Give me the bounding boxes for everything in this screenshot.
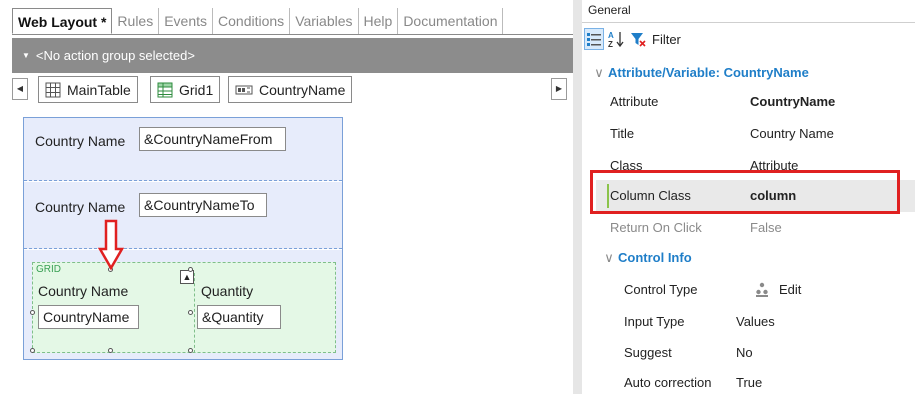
highlight-box <box>590 170 900 214</box>
prop-row-attribute[interactable]: Attribute CountryName <box>596 86 915 118</box>
tabs-divider <box>12 34 573 35</box>
prop-row-suggest[interactable]: Suggest No <box>610 337 915 369</box>
prop-value[interactable]: CountryName <box>750 86 835 118</box>
resize-handle[interactable] <box>30 348 35 353</box>
tab-documentation[interactable]: Documentation <box>398 8 504 34</box>
red-down-arrow-icon <box>98 219 124 271</box>
grid-icon <box>157 82 173 97</box>
country-name-from-field[interactable]: &CountryNameFrom <box>139 127 286 151</box>
grid-col2-header: Quantity <box>201 283 254 299</box>
properties-toolbar: A Z Filter <box>584 25 681 53</box>
tab-help[interactable]: Help <box>359 8 399 34</box>
country-name-label-to: Country Name <box>35 199 126 215</box>
section-control-info-title: Control Info <box>618 250 692 265</box>
chevron-down-icon[interactable]: ∨ <box>590 58 608 88</box>
crumb-countryname-label: CountryName <box>259 81 346 98</box>
resize-handle[interactable] <box>188 310 193 315</box>
prop-row-control-type[interactable]: Control Type Edit <box>610 274 915 306</box>
section-attribute-variable-title: Attribute/Variable: CountryName <box>608 65 809 80</box>
action-group-bar[interactable]: ▼ <No action group selected> <box>12 38 573 73</box>
editor-tabs: Web Layout * Rules Events Conditions Var… <box>12 8 504 34</box>
country-name-to-field[interactable]: &CountryNameTo <box>139 193 267 217</box>
tab-events[interactable]: Events <box>159 8 214 34</box>
prop-value[interactable]: Country Name <box>750 118 834 150</box>
table-icon <box>45 82 61 97</box>
svg-text:A: A <box>608 31 614 40</box>
resize-handle[interactable] <box>108 348 113 353</box>
categorized-view-button[interactable] <box>584 28 604 50</box>
prop-name: Return On Click <box>610 220 702 235</box>
prop-value[interactable]: Values <box>736 306 775 338</box>
grid-quantity-field[interactable]: &Quantity <box>197 305 281 329</box>
tab-web-layout[interactable]: Web Layout * <box>12 8 113 34</box>
sort-alphabetical-button[interactable]: A Z <box>606 28 626 50</box>
form-row-from: Country Name &CountryNameFrom <box>24 118 342 181</box>
web-layout-pane: Web Layout * Rules Events Conditions Var… <box>0 0 573 394</box>
prop-name: Title <box>610 126 635 141</box>
categorized-icon <box>587 33 601 46</box>
grid1-control[interactable]: GRID Country Name CountryName Quantity &… <box>30 262 336 353</box>
section-attribute-variable[interactable]: ∨ Attribute/Variable: CountryName <box>582 58 915 88</box>
properties-title: General <box>588 3 631 17</box>
prop-name: Attribute <box>610 94 659 109</box>
control-breadcrumb: ◀ MainTable Grid1 CountryName ▶ <box>12 73 573 105</box>
action-group-label: <No action group selected> <box>35 48 195 63</box>
prop-row-return-on-click[interactable]: Return On Click False <box>596 212 915 244</box>
svg-text:Z: Z <box>608 40 613 48</box>
scroll-right-button[interactable]: ▶ <box>551 78 567 100</box>
filter-button[interactable] <box>628 28 648 50</box>
prop-name: Suggest <box>624 345 672 360</box>
select-parent-icon[interactable]: ▲ <box>180 270 194 284</box>
tab-variables[interactable]: Variables <box>290 8 359 34</box>
grid-countryname-field[interactable]: CountryName <box>38 305 139 329</box>
crumb-grid1[interactable]: Grid1 <box>150 76 221 103</box>
grid-tag-label: GRID <box>36 264 61 275</box>
form-row-to: Country Name &CountryNameTo <box>24 182 342 249</box>
crumb-maintable[interactable]: MainTable <box>38 76 138 103</box>
scroll-left-button[interactable]: ◀ <box>12 78 28 100</box>
crumb-grid1-label: Grid1 <box>179 81 214 98</box>
resize-handle[interactable] <box>188 267 193 272</box>
prop-value[interactable]: No <box>736 337 753 369</box>
chevron-down-icon[interactable]: ∨ <box>600 243 618 273</box>
section-control-info[interactable]: ∨ Control Info <box>596 243 915 273</box>
control-type-icon <box>756 282 768 297</box>
properties-title-divider <box>582 22 915 23</box>
prop-name: Auto correction <box>624 375 712 390</box>
filter-icon <box>631 33 646 47</box>
grid-column-separator <box>194 273 195 353</box>
prop-row-auto-correction[interactable]: Auto correction True <box>610 367 915 394</box>
main-table-canvas[interactable]: Country Name &CountryNameFrom Country Na… <box>23 117 343 360</box>
prop-value[interactable]: True <box>736 367 762 394</box>
prop-row-input-type[interactable]: Input Type Values <box>610 306 915 338</box>
form-row-grid: GRID Country Name CountryName Quantity &… <box>24 250 342 359</box>
prop-value[interactable]: Edit <box>779 274 801 306</box>
resize-handle[interactable] <box>30 310 35 315</box>
prop-value[interactable]: False <box>750 212 782 244</box>
prop-name: Control Type <box>624 282 698 297</box>
crumb-countryname[interactable]: CountryName <box>228 76 353 103</box>
prop-name: Input Type <box>624 314 685 329</box>
crumb-maintable-label: MainTable <box>67 81 131 98</box>
sort-az-icon: A Z <box>608 31 624 48</box>
tab-conditions[interactable]: Conditions <box>213 8 291 34</box>
filter-label[interactable]: Filter <box>652 32 681 47</box>
expand-triangle-icon[interactable]: ▼ <box>22 51 30 60</box>
country-name-label-from: Country Name <box>35 133 126 149</box>
pane-splitter[interactable] <box>573 0 582 394</box>
resize-handle[interactable] <box>188 348 193 353</box>
tab-rules[interactable]: Rules <box>112 8 160 34</box>
edit-field-icon <box>235 85 253 94</box>
grid-col1-header: Country Name <box>38 283 129 299</box>
prop-row-title[interactable]: Title Country Name <box>596 118 915 150</box>
